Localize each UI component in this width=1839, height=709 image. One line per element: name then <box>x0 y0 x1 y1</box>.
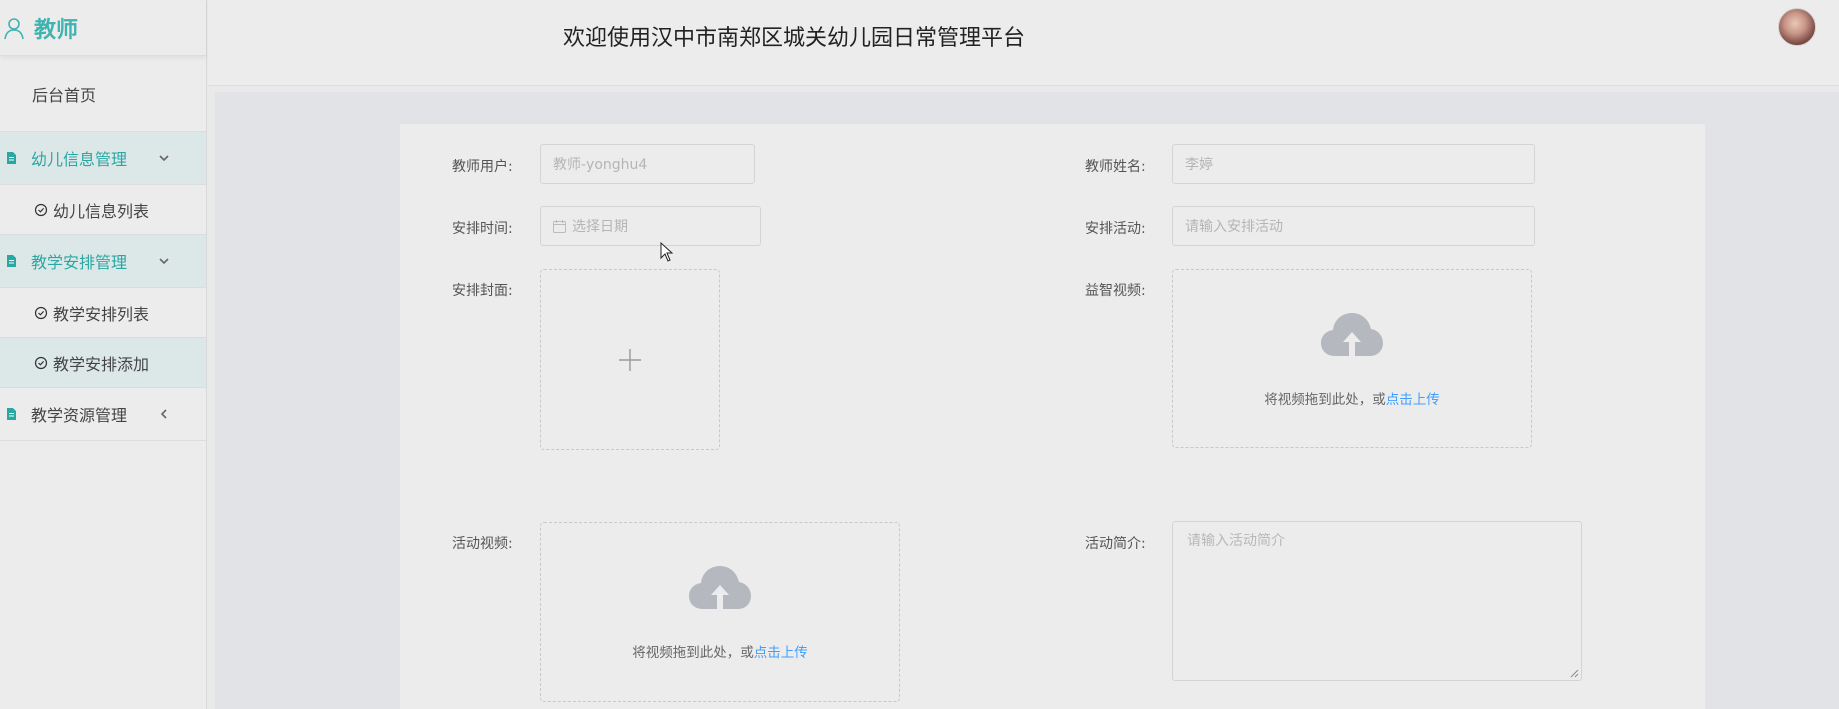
upload-cloud-icon <box>689 566 751 609</box>
schedule-activity-placeholder: 请输入安排活动 <box>1185 219 1283 235</box>
plus-icon <box>619 348 641 371</box>
schedule-time-label: 安排时间: <box>452 221 513 237</box>
sidebar-group-label: 教学资源管理 <box>31 406 128 425</box>
edu-video-drop-text: 将视频拖到此处，或点击上传 <box>1173 388 1531 408</box>
check-circle-icon <box>34 306 48 319</box>
activity-video-upload[interactable]: 将视频拖到此处，或点击上传 <box>540 522 900 702</box>
sidebar: 教师 后台首页 幼儿信息管理 幼儿信息列表 教学安排管理 教学安排列表 教学安排… <box>0 0 207 709</box>
teacher-name-value: 李婷 <box>1185 157 1213 173</box>
cover-upload[interactable] <box>540 269 720 450</box>
sidebar-group-teaching-resource[interactable]: 教学资源管理 <box>0 388 206 441</box>
activity-video-label: 活动视频: <box>452 536 513 552</box>
top-header: 欢迎使用汉中市南郑区城关幼儿园日常管理平台 <box>208 0 1839 86</box>
sidebar-group-label: 幼儿信息管理 <box>31 150 128 169</box>
activity-video-drop-text: 将视频拖到此处，或点击上传 <box>541 641 899 661</box>
sidebar-item-teaching-plan-add[interactable]: 教学安排添加 <box>0 338 206 388</box>
activity-intro-textarea[interactable]: 请输入活动简介 <box>1172 521 1582 681</box>
sidebar-item-teaching-plan-list[interactable]: 教学安排列表 <box>0 288 206 338</box>
teacher-name-input[interactable]: 李婷 <box>1172 144 1535 184</box>
sidebar-brand: 教师 <box>0 0 206 56</box>
sidebar-item-label: 教学安排列表 <box>53 304 150 324</box>
teacher-user-value: 教师-yonghu4 <box>553 157 648 173</box>
calendar-icon <box>553 219 566 233</box>
sidebar-group-label: 教学安排管理 <box>31 253 128 272</box>
form-card: 教师用户: 教师-yonghu4 教师姓名: 李婷 安排时间: 选择日期 安排活… <box>400 124 1705 709</box>
edu-video-upload[interactable]: 将视频拖到此处，或点击上传 <box>1172 269 1532 448</box>
sidebar-group-teaching-plan[interactable]: 教学安排管理 <box>0 235 206 288</box>
click-upload-link[interactable]: 点击上传 <box>754 645 808 661</box>
page-title: 欢迎使用汉中市南郑区城关幼儿园日常管理平台 <box>563 26 1026 51</box>
activity-intro-placeholder: 请输入活动简介 <box>1187 533 1285 549</box>
sidebar-item-child-info-list[interactable]: 幼儿信息列表 <box>0 185 206 235</box>
document-icon <box>7 255 16 267</box>
teacher-user-input[interactable]: 教师-yonghu4 <box>540 144 755 184</box>
sidebar-item-label: 教学安排添加 <box>53 354 150 374</box>
teacher-name-label: 教师姓名: <box>1085 159 1146 175</box>
document-icon <box>7 152 16 164</box>
sidebar-item-label: 后台首页 <box>32 85 97 105</box>
schedule-time-placeholder: 选择日期 <box>572 219 628 235</box>
resize-grip-icon[interactable] <box>1570 669 1579 678</box>
activity-intro-label: 活动简介: <box>1085 536 1146 552</box>
brand-title: 教师 <box>34 17 79 43</box>
sidebar-item-home[interactable]: 后台首页 <box>0 56 206 132</box>
schedule-activity-label: 安排活动: <box>1085 221 1146 237</box>
chevron-left-icon <box>160 409 167 419</box>
check-circle-icon <box>34 203 48 216</box>
document-icon <box>7 408 16 420</box>
mouse-cursor-icon <box>660 242 674 262</box>
drop-hint: 将视频拖到此处，或 <box>632 645 754 661</box>
sidebar-item-label: 幼儿信息列表 <box>53 201 150 221</box>
chevron-down-icon <box>159 258 169 265</box>
edu-video-label: 益智视频: <box>1085 283 1146 299</box>
user-icon <box>4 17 24 39</box>
cover-label: 安排封面: <box>452 283 513 299</box>
schedule-time-picker[interactable]: 选择日期 <box>540 206 761 246</box>
drop-hint: 将视频拖到此处，或 <box>1264 392 1386 408</box>
teacher-user-label: 教师用户: <box>452 159 513 175</box>
upload-cloud-icon <box>1321 313 1383 356</box>
check-circle-icon <box>34 356 48 369</box>
chevron-down-icon <box>159 155 169 162</box>
main-content: 教师用户: 教师-yonghu4 教师姓名: 李婷 安排时间: 选择日期 安排活… <box>215 92 1839 709</box>
sidebar-group-child-info[interactable]: 幼儿信息管理 <box>0 132 206 185</box>
click-upload-link[interactable]: 点击上传 <box>1386 392 1440 408</box>
schedule-activity-input[interactable]: 请输入安排活动 <box>1172 206 1535 246</box>
avatar[interactable] <box>1778 8 1816 46</box>
